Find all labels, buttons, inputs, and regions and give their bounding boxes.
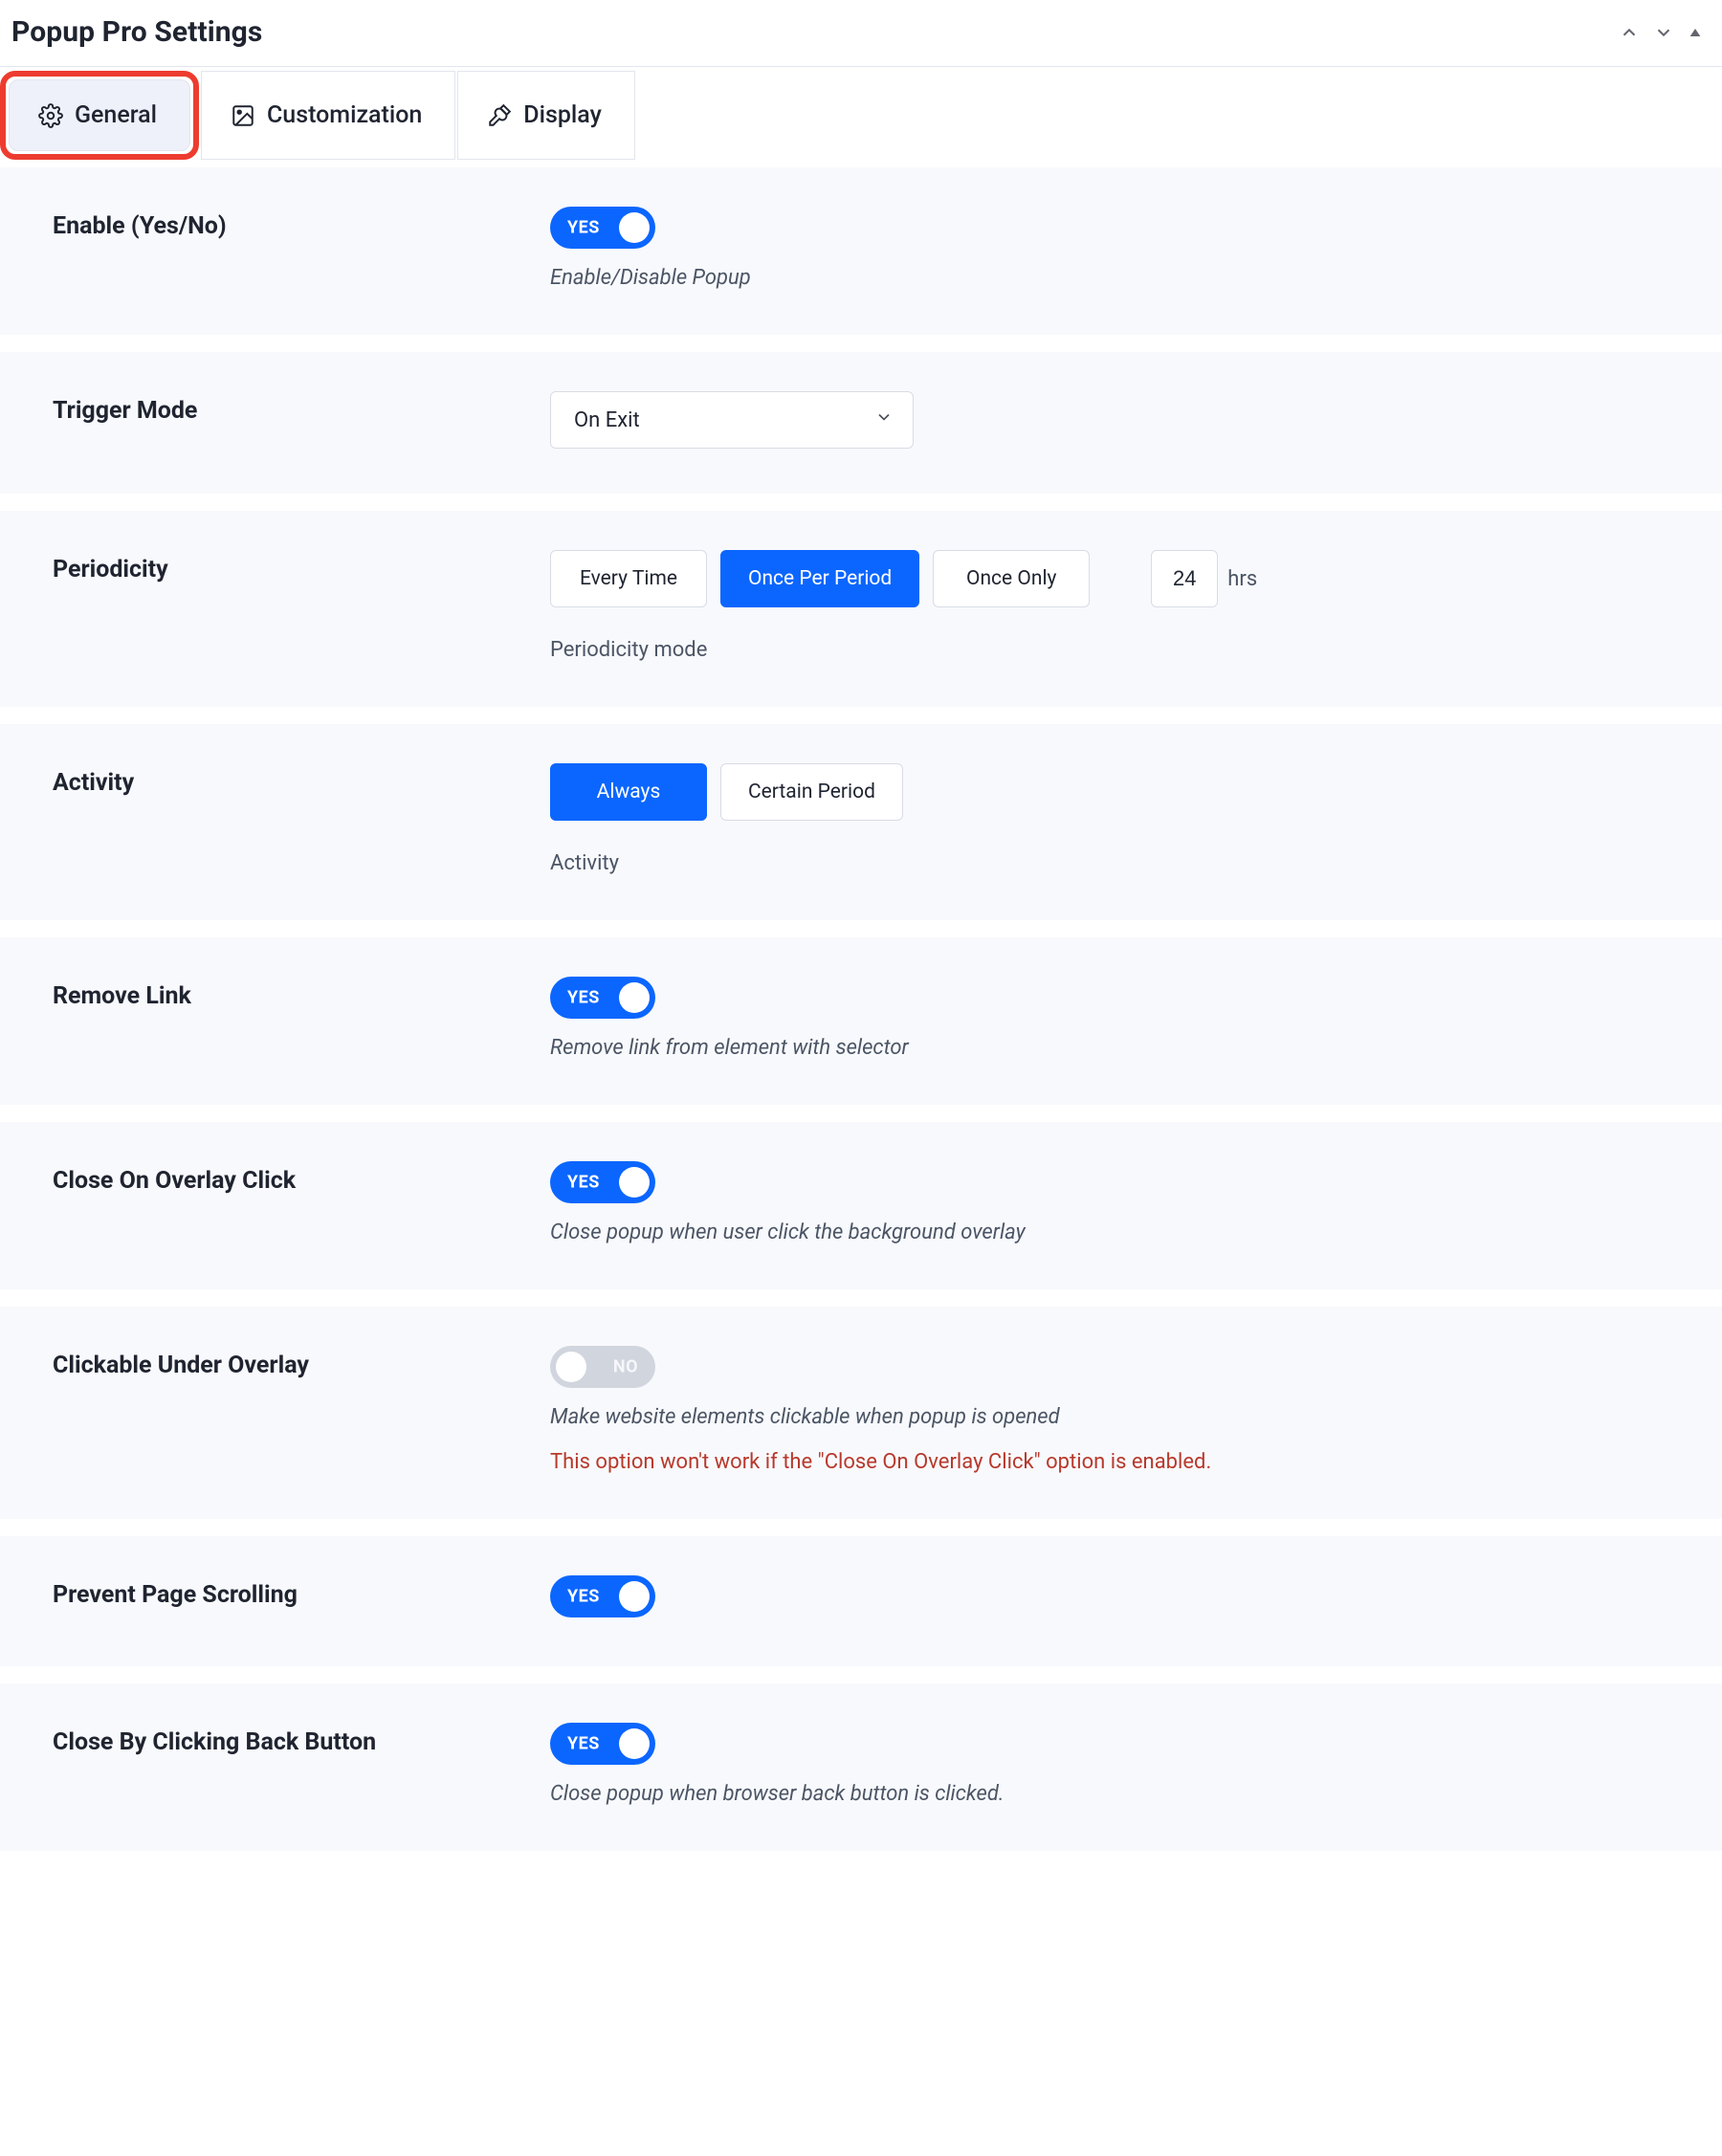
trigger-mode-value: On Exit: [574, 408, 640, 432]
panel-trigger-mode: Trigger Mode On Exit: [0, 352, 1722, 494]
toggle-text: YES: [567, 1587, 600, 1607]
toggle-knob: [556, 1352, 586, 1382]
toggle-text: YES: [567, 1734, 600, 1754]
enable-label: Enable (Yes/No): [53, 212, 550, 240]
tabs: General Customization Display: [0, 71, 1722, 160]
panel-enable: Enable (Yes/No) YES Enable/Disable Popup: [0, 167, 1722, 335]
close-overlay-toggle[interactable]: YES: [550, 1161, 655, 1203]
panel-remove-link: Remove Link YES Remove link from element…: [0, 937, 1722, 1105]
remove-link-label: Remove Link: [53, 982, 550, 1010]
toggle-knob: [619, 1728, 650, 1759]
clickable-under-label: Clickable Under Overlay: [53, 1352, 550, 1379]
periodicity-label: Periodicity: [53, 556, 550, 583]
close-overlay-hint: Close popup when user click the backgrou…: [550, 1221, 1677, 1244]
tab-label: General: [75, 101, 157, 129]
activity-label: Activity: [53, 769, 550, 797]
image-icon: [231, 103, 255, 128]
trigger-mode-select[interactable]: On Exit: [550, 391, 914, 449]
toggle-knob: [619, 212, 650, 243]
period-unit: hrs: [1227, 567, 1257, 591]
prevent-scroll-toggle[interactable]: YES: [550, 1575, 655, 1617]
toggle-text: YES: [567, 1173, 600, 1193]
toggle-knob: [619, 982, 650, 1013]
triangle-up-icon[interactable]: [1688, 25, 1703, 40]
tab-display[interactable]: Display: [457, 71, 635, 160]
header-divider: [0, 66, 1722, 67]
toggle-text: NO: [613, 1357, 638, 1377]
remove-link-toggle[interactable]: YES: [550, 977, 655, 1019]
tab-highlight: General: [0, 71, 199, 160]
panel-periodicity: Periodicity Every Time Once Per Period O…: [0, 511, 1722, 707]
tab-label: Display: [523, 101, 602, 129]
clickable-under-warning: This option won't work if the "Close On …: [550, 1450, 1677, 1474]
collapse-down-icon[interactable]: [1653, 22, 1674, 43]
close-overlay-label: Close On Overlay Click: [53, 1167, 550, 1195]
settings-header: Popup Pro Settings: [0, 0, 1722, 66]
prevent-scroll-label: Prevent Page Scrolling: [53, 1581, 550, 1609]
close-back-hint: Close popup when browser back button is …: [550, 1782, 1677, 1806]
periodicity-option-once-per-period[interactable]: Once Per Period: [720, 550, 919, 607]
periodicity-option-once-only[interactable]: Once Only: [933, 550, 1090, 607]
trigger-mode-label: Trigger Mode: [53, 397, 550, 425]
periodicity-options: Every Time Once Per Period Once Only hrs: [550, 550, 1677, 607]
activity-options: Always Certain Period: [550, 763, 1677, 821]
tab-label: Customization: [267, 101, 422, 129]
periodicity-hint: Periodicity mode: [550, 638, 1677, 662]
toggle-knob: [619, 1581, 650, 1612]
tab-customization[interactable]: Customization: [201, 71, 455, 160]
tab-general[interactable]: General: [9, 79, 190, 151]
panel-prevent-scroll: Prevent Page Scrolling YES: [0, 1536, 1722, 1666]
activity-hint: Activity: [550, 851, 1677, 875]
panel-activity: Activity Always Certain Period Activity: [0, 724, 1722, 920]
period-input-wrap: hrs: [1151, 550, 1257, 607]
page-title: Popup Pro Settings: [11, 15, 262, 49]
collapse-up-icon[interactable]: [1619, 22, 1640, 43]
clickable-under-toggle[interactable]: NO: [550, 1346, 655, 1388]
panel-close-back: Close By Clicking Back Button YES Close …: [0, 1683, 1722, 1851]
panels: Enable (Yes/No) YES Enable/Disable Popup…: [0, 167, 1722, 1851]
close-back-toggle[interactable]: YES: [550, 1723, 655, 1765]
panel-clickable-under: Clickable Under Overlay NO Make website …: [0, 1307, 1722, 1519]
toggle-text: YES: [567, 988, 600, 1008]
gear-icon: [38, 103, 63, 128]
periodicity-option-every-time[interactable]: Every Time: [550, 550, 707, 607]
enable-toggle[interactable]: YES: [550, 207, 655, 249]
chevron-down-icon: [874, 407, 894, 432]
clickable-under-hint: Make website elements clickable when pop…: [550, 1405, 1677, 1429]
activity-option-certain-period[interactable]: Certain Period: [720, 763, 903, 821]
toggle-text: YES: [567, 218, 600, 238]
remove-link-hint: Remove link from element with selector: [550, 1036, 1677, 1060]
header-actions: [1619, 22, 1703, 43]
tools-icon: [487, 103, 512, 128]
close-back-label: Close By Clicking Back Button: [53, 1728, 550, 1756]
panel-close-overlay: Close On Overlay Click YES Close popup w…: [0, 1122, 1722, 1289]
toggle-knob: [619, 1167, 650, 1198]
period-value-input[interactable]: [1151, 550, 1218, 607]
enable-hint: Enable/Disable Popup: [550, 266, 1677, 290]
activity-option-always[interactable]: Always: [550, 763, 707, 821]
